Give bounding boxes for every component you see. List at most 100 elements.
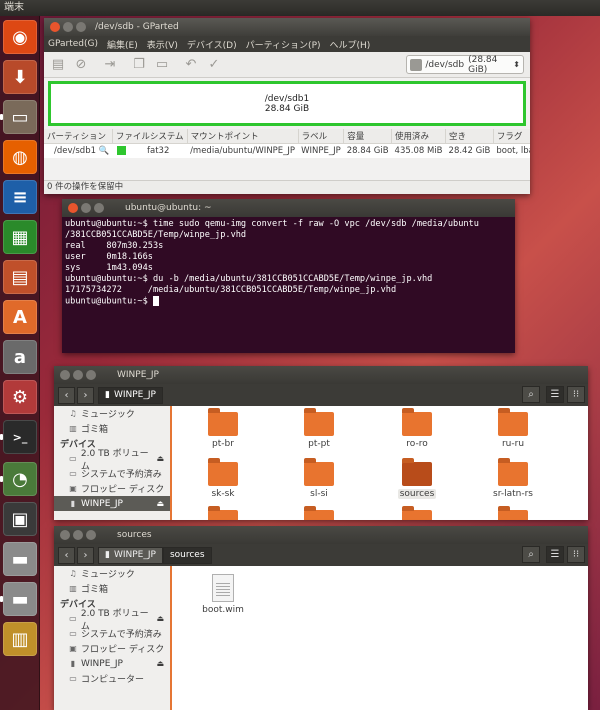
folder-item-partial[interactable] bbox=[478, 506, 548, 520]
menu-gparted[interactable]: GParted(G) bbox=[48, 39, 98, 49]
menu-partition[interactable]: パーティション(P) bbox=[246, 38, 321, 51]
folder-item[interactable]: sr-latn-rs bbox=[478, 458, 548, 499]
apply-icon[interactable]: ✓ bbox=[206, 57, 222, 73]
sidebar-item-volume[interactable]: ▭ 2.0 TB ボリューム ⏏ bbox=[54, 609, 170, 632]
back-button[interactable]: ‹ bbox=[58, 386, 75, 404]
floppy-icon[interactable]: ▣ bbox=[3, 502, 37, 536]
eject-icon[interactable]: ⏏ bbox=[156, 454, 164, 463]
partition-map[interactable]: /dev/sdb1 28.84 GiB bbox=[48, 81, 526, 126]
system-settings-icon[interactable]: ⚙ bbox=[3, 380, 37, 414]
eject-icon[interactable]: ⏏ bbox=[156, 659, 164, 668]
forward-button[interactable]: › bbox=[77, 386, 94, 404]
folder-item[interactable]: sl-si bbox=[284, 458, 354, 499]
usb-drive-icon[interactable]: ▬ bbox=[3, 582, 37, 616]
terminal-titlebar[interactable]: ubuntu@ubuntu: ~ bbox=[62, 199, 515, 217]
path-crumb-winpe[interactable]: ▮ WINPE_JP bbox=[98, 546, 163, 564]
minimize-button[interactable] bbox=[81, 203, 91, 213]
col-mountpoint[interactable]: マウントポイント bbox=[187, 129, 299, 144]
calc-icon[interactable]: ▦ bbox=[3, 220, 37, 254]
gparted-icon[interactable]: ◔ bbox=[3, 462, 37, 496]
grid-view-button[interactable]: ⁝⁝ bbox=[567, 386, 585, 403]
path-crumb-sources[interactable]: sources bbox=[162, 546, 212, 564]
list-view-button[interactable]: ☰ bbox=[546, 386, 564, 403]
folder-item[interactable]: pt-br bbox=[188, 408, 258, 449]
close-button[interactable] bbox=[60, 530, 70, 540]
impress-icon[interactable]: ▤ bbox=[3, 260, 37, 294]
sidebar-item-reserved[interactable]: ▭ システムで予約済み bbox=[54, 466, 170, 481]
list-view-button[interactable]: ☰ bbox=[546, 546, 564, 563]
path-crumb-winpe[interactable]: ▮ WINPE_JP bbox=[98, 386, 163, 404]
sidebar-item-winpe[interactable]: ▮ WINPE_JP ⏏ bbox=[54, 496, 170, 511]
terminal-output[interactable]: ubuntu@ubuntu:~$ time sudo qemu-img conv… bbox=[62, 217, 515, 310]
search-button[interactable]: ⌕ bbox=[522, 386, 540, 403]
resize-icon[interactable]: ⇥ bbox=[102, 57, 118, 73]
new-partition-icon[interactable]: ▤ bbox=[50, 57, 66, 73]
menu-help[interactable]: ヘルプ(H) bbox=[330, 38, 371, 51]
table-row[interactable]: /dev/sdb1 🔍 fat32 /media/ubuntu/WINPE_JP… bbox=[44, 143, 530, 158]
device-selector[interactable]: /dev/sdb (28.84 GiB) ⬍ bbox=[406, 55, 524, 75]
delete-icon[interactable]: ⊘ bbox=[73, 57, 89, 73]
writer-icon[interactable]: ≡ bbox=[3, 180, 37, 214]
back-button[interactable]: ‹ bbox=[58, 546, 75, 564]
folder-item-selected[interactable]: sources bbox=[382, 458, 452, 499]
sidebar-item-reserved[interactable]: ▭ システムで予約済み bbox=[54, 626, 170, 641]
sidebar-item-trash[interactable]: ▥ ゴミ箱 bbox=[54, 581, 170, 596]
grid-view-button[interactable]: ⁝⁝ bbox=[567, 546, 585, 563]
undo-icon[interactable]: ↶ bbox=[183, 57, 199, 73]
folder-item[interactable]: sk-sk bbox=[188, 458, 258, 499]
eject-icon[interactable]: ⏏ bbox=[156, 499, 164, 508]
col-partition[interactable]: パーティション bbox=[44, 129, 113, 144]
sidebar-item-floppy[interactable]: ▣ フロッピー ディスク bbox=[54, 481, 170, 496]
menu-device[interactable]: デバイス(D) bbox=[187, 38, 237, 51]
sidebar-item-music[interactable]: ♫ ミュージック bbox=[54, 406, 170, 421]
col-used[interactable]: 使用済み bbox=[391, 129, 447, 144]
search-button[interactable]: ⌕ bbox=[522, 546, 540, 563]
ubuntu-logo-icon[interactable]: ◉ bbox=[3, 20, 37, 54]
trash-icon[interactable]: ▥ bbox=[3, 622, 37, 656]
folder-item-partial[interactable] bbox=[188, 506, 258, 520]
sidebar-item-trash[interactable]: ▥ ゴミ箱 bbox=[54, 421, 170, 436]
folder-item-partial[interactable] bbox=[382, 506, 452, 520]
close-button[interactable] bbox=[50, 22, 60, 32]
file-manager-icon[interactable]: ▭ bbox=[3, 100, 37, 134]
maximize-button[interactable] bbox=[76, 22, 86, 32]
sidebar-item-computer[interactable]: ▭ コンピューター bbox=[54, 671, 170, 686]
minimize-button[interactable] bbox=[73, 370, 83, 380]
drive-icon[interactable]: ▬ bbox=[3, 542, 37, 576]
sidebar-item-music[interactable]: ♫ ミュージック bbox=[54, 566, 170, 581]
maximize-button[interactable] bbox=[86, 530, 96, 540]
gparted-titlebar[interactable]: /dev/sdb - GParted bbox=[44, 18, 530, 36]
folder-item-partial[interactable] bbox=[284, 506, 354, 520]
minimize-button[interactable] bbox=[63, 22, 73, 32]
software-center-icon[interactable]: A bbox=[3, 300, 37, 334]
terminal-icon[interactable]: >_ bbox=[3, 420, 37, 454]
sidebar-item-floppy[interactable]: ▣ フロッピー ディスク bbox=[54, 641, 170, 656]
sidebar-item-winpe[interactable]: ▮ WINPE_JP ⏏ bbox=[54, 656, 170, 671]
copy-icon[interactable]: ❐ bbox=[131, 57, 147, 73]
folder-item[interactable]: pt-pt bbox=[284, 408, 354, 449]
col-free[interactable]: 空き bbox=[445, 129, 494, 144]
sidebar-item-volume[interactable]: ▭ 2.0 TB ボリューム ⏏ bbox=[54, 449, 170, 472]
forward-button[interactable]: › bbox=[77, 546, 94, 564]
folder-item[interactable]: ro-ro bbox=[382, 408, 452, 449]
minimize-button[interactable] bbox=[73, 530, 83, 540]
fm1-titlebar[interactable]: WINPE_JP bbox=[54, 366, 588, 384]
file-item[interactable]: boot.wim bbox=[188, 574, 258, 615]
eject-icon[interactable]: ⏏ bbox=[156, 614, 164, 623]
col-label[interactable]: ラベル bbox=[298, 129, 345, 144]
col-filesystem[interactable]: ファイルシステム bbox=[112, 129, 188, 144]
paste-icon[interactable]: ▭ bbox=[154, 57, 170, 73]
close-button[interactable] bbox=[60, 370, 70, 380]
amazon-icon[interactable]: a bbox=[3, 340, 37, 374]
maximize-button[interactable] bbox=[94, 203, 104, 213]
close-button[interactable] bbox=[68, 203, 78, 213]
firefox-icon[interactable]: ◍ bbox=[3, 140, 37, 174]
col-size[interactable]: 容量 bbox=[343, 129, 393, 144]
maximize-button[interactable] bbox=[86, 370, 96, 380]
folder-item[interactable]: ru-ru bbox=[478, 408, 548, 449]
col-flags[interactable]: フラグ bbox=[493, 129, 530, 144]
installer-icon[interactable]: ⬇ bbox=[3, 60, 37, 94]
menu-edit[interactable]: 編集(E) bbox=[107, 38, 138, 51]
menu-view[interactable]: 表示(V) bbox=[147, 38, 178, 51]
fm2-titlebar[interactable]: sources bbox=[54, 526, 588, 544]
